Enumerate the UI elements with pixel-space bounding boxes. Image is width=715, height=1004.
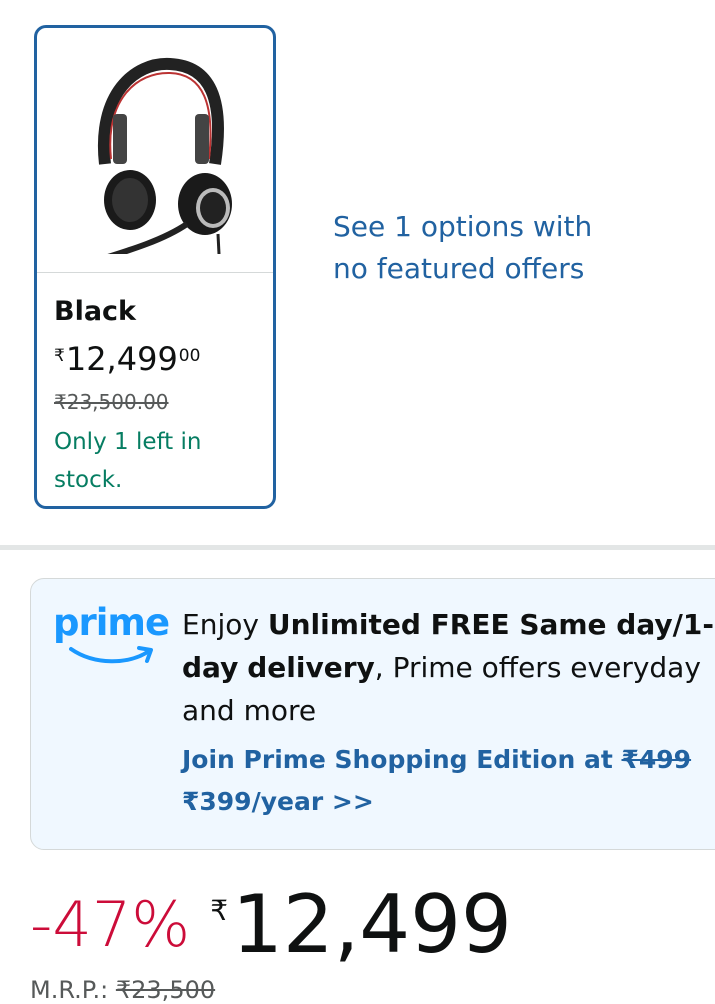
join-prime-link[interactable]: Join Prime Shopping Edition at ₹499 ₹399/…	[182, 739, 715, 823]
section-divider	[0, 545, 715, 550]
price-fraction: 00	[178, 346, 201, 366]
variant-mrp: ₹23,500.00	[54, 390, 169, 414]
prime-benefit-text: Enjoy Unlimited FREE Same day/1-day deli…	[182, 608, 714, 727]
deal-price: -47% ₹ 12,499	[30, 880, 512, 970]
prime-old-price: ₹499	[621, 745, 692, 774]
prime-smile-icon	[69, 646, 153, 664]
deal-currency-symbol: ₹	[210, 894, 229, 927]
variant-color-label: Black	[54, 296, 137, 327]
discount-percent: -47%	[30, 888, 191, 961]
headset-icon	[97, 57, 232, 254]
prime-new-price: ₹399/year >>	[182, 787, 374, 816]
prime-logo: prime	[53, 601, 170, 671]
see-options-link[interactable]: See 1 options with no featured offers	[333, 206, 593, 290]
currency-symbol: ₹	[54, 346, 65, 366]
variant-price: ₹ 12,499 00	[54, 340, 200, 378]
stock-status: Only 1 left in stock.	[54, 429, 202, 493]
prime-banner[interactable]: prime Enjoy Unlimited FREE Same day/1-da…	[30, 578, 715, 850]
deal-price-value: 12,499	[232, 878, 512, 971]
price-whole: 12,499	[65, 340, 178, 378]
headset-product-image	[37, 28, 273, 273]
variant-card-black[interactable]: Black ₹ 12,499 00 ₹23,500.00 Only 1 left…	[34, 25, 276, 509]
prime-logo-text: prime	[53, 601, 170, 644]
